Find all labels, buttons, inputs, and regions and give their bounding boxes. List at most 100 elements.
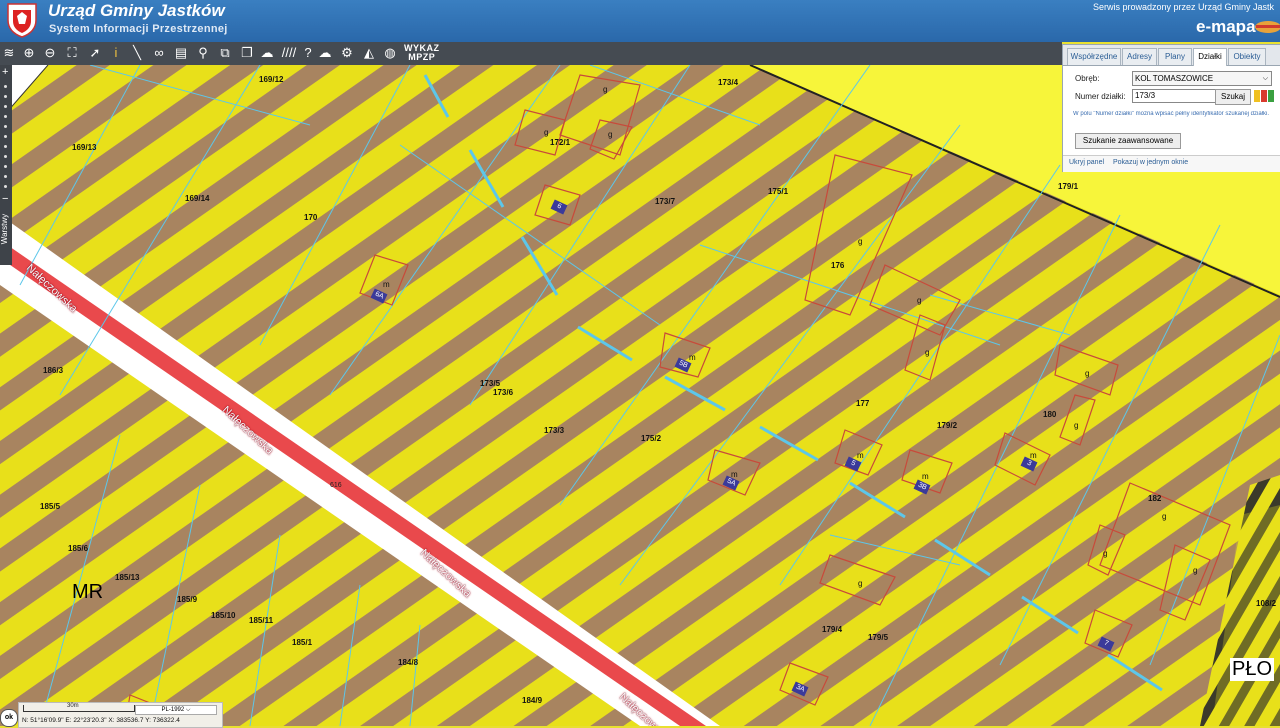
- help-icon[interactable]: ?: [299, 44, 317, 62]
- hide-panel-link[interactable]: Ukryj panel: [1069, 159, 1104, 166]
- single-window-link[interactable]: Pokazuj w jednym oknie: [1113, 159, 1188, 166]
- zoom-out-icon[interactable]: ⊖: [41, 44, 59, 62]
- obreb-label: Obręb:: [1075, 74, 1100, 83]
- parcel-label[interactable]: 185/13: [115, 573, 139, 582]
- parcel-label[interactable]: 175/1: [768, 187, 788, 196]
- tab-parcels[interactable]: Działki: [1193, 48, 1227, 66]
- parcel-label[interactable]: 185/10: [211, 611, 235, 620]
- pin-icon[interactable]: ⚲: [194, 44, 212, 62]
- zoom-step[interactable]: [4, 135, 7, 138]
- zoom-step[interactable]: [4, 155, 7, 158]
- zoom-step[interactable]: [4, 145, 7, 148]
- cloud-icon[interactable]: ☁: [316, 44, 334, 62]
- office-name: Urząd Gminy Jastków: [48, 1, 225, 20]
- parcel-label[interactable]: 173/5: [480, 379, 500, 388]
- settings-icon[interactable]: ⚙: [338, 44, 356, 62]
- panel-footer: Ukryj panel Pokazuj w jednym oknie: [1063, 155, 1280, 172]
- parcel-label[interactable]: 185/9: [177, 595, 197, 604]
- parcel-label[interactable]: 184/9: [522, 696, 542, 705]
- parcel-label[interactable]: 169/14: [185, 194, 209, 203]
- zoom-extent-icon[interactable]: ⛶: [63, 44, 81, 62]
- pointer-icon[interactable]: ➚: [86, 44, 104, 62]
- print-icon[interactable]: ▤: [172, 44, 190, 62]
- chevron-down-icon: ⌵: [1262, 75, 1268, 82]
- system-name: System Informacji Przestrzennej: [49, 23, 228, 35]
- parcel-label[interactable]: 108/2: [1256, 599, 1276, 608]
- parcel-label[interactable]: 175/2: [641, 434, 661, 443]
- wykaz-mpzp-button[interactable]: WYKAZ MPZP: [404, 44, 440, 62]
- parcel-label[interactable]: 177: [856, 399, 869, 408]
- obreb-select[interactable]: KOL TOMASZOWICE ⌵: [1132, 71, 1272, 86]
- parcel-label[interactable]: 173/7: [655, 197, 675, 206]
- parcel-label[interactable]: 173/4: [718, 78, 738, 87]
- link-icon[interactable]: ∞: [150, 44, 168, 62]
- zoom-slider[interactable]: + − Warstwy: [0, 65, 12, 265]
- zoom-step[interactable]: [4, 85, 7, 88]
- emapa-brand: e-mapa: [1196, 17, 1256, 36]
- symbol-g: g: [917, 296, 922, 305]
- symbol-m: m: [922, 472, 929, 481]
- parcel-label[interactable]: 170: [304, 213, 317, 222]
- coat-of-arms-icon: [7, 3, 37, 38]
- zoom-step[interactable]: [4, 165, 7, 168]
- parcel-label[interactable]: 179/2: [937, 421, 957, 430]
- parcel-label[interactable]: 185/5: [40, 502, 60, 511]
- parcel-label[interactable]: 186/3: [43, 366, 63, 375]
- parcel-number-input[interactable]: 173/3: [1132, 89, 1216, 103]
- zoom-plus-icon[interactable]: +: [2, 67, 8, 78]
- zoom-step[interactable]: [4, 115, 7, 118]
- parcel-label[interactable]: 185/1: [292, 638, 312, 647]
- tab-addresses[interactable]: Adresy: [1122, 48, 1157, 65]
- info-icon[interactable]: i: [107, 44, 125, 62]
- parcel-label[interactable]: 179/1: [1058, 182, 1078, 191]
- zoom-in-icon[interactable]: ⊕: [20, 44, 38, 62]
- hatch-icon[interactable]: ////: [280, 44, 298, 62]
- zoom-step[interactable]: [4, 105, 7, 108]
- layers-tab[interactable]: Warstwy: [0, 210, 11, 248]
- mpzp-label: MPZP: [408, 52, 436, 62]
- parcel-label[interactable]: 184/8: [398, 658, 418, 667]
- warning-icon[interactable]: ◭: [360, 44, 378, 62]
- parcel-label[interactable]: 185/11: [249, 616, 273, 625]
- parcel-label[interactable]: 169/12: [259, 75, 283, 84]
- marker-icon[interactable]: ◍: [381, 44, 399, 62]
- color-swatch-icon[interactable]: [1254, 89, 1280, 103]
- tab-objects[interactable]: Obiekty: [1228, 48, 1266, 65]
- bubble-icon[interactable]: ☁: [258, 44, 276, 62]
- symbol-g: g: [544, 128, 549, 137]
- parcel-label[interactable]: 182: [1148, 494, 1161, 503]
- zoom-step[interactable]: [4, 125, 7, 128]
- parcel-label[interactable]: 173/6: [493, 388, 513, 397]
- zoom-step[interactable]: [4, 175, 7, 178]
- zone-label-plo: PŁO: [1230, 658, 1275, 681]
- map-toolbar: ≋ ⊕ ⊖ ⛶ ➚ i ╲ ∞ ▤ ⚲ ⧉ ❐ ☁ //// ? ☁ ⚙ ◭ ◍…: [0, 42, 1062, 66]
- ok-button[interactable]: ok: [0, 709, 18, 727]
- zoom-step[interactable]: [4, 185, 7, 188]
- tab-coordinates[interactable]: Współrzędne: [1067, 48, 1121, 65]
- parcel-label[interactable]: 173/3: [544, 426, 564, 435]
- parcel-label[interactable]: 179/4: [822, 625, 842, 634]
- parcel-label[interactable]: 169/13: [72, 143, 96, 152]
- parcel-label[interactable]: 172/1: [550, 138, 570, 147]
- layers-icon[interactable]: ≋: [0, 44, 18, 62]
- road-number: 616: [330, 482, 342, 489]
- search-button[interactable]: Szukaj: [1215, 89, 1251, 105]
- zone-label-mr: MR: [72, 581, 104, 603]
- scale-label: 30m: [67, 703, 79, 709]
- status-bar: 30m PL-1992 ⌵ N: 51°16'09.9" E: 22°23'20…: [18, 702, 223, 728]
- parcel-label[interactable]: 180: [1043, 410, 1056, 419]
- zoom-step[interactable]: [4, 95, 7, 98]
- tab-plans[interactable]: Plany: [1158, 48, 1192, 65]
- parcel-label[interactable]: 176: [831, 261, 844, 270]
- zoom-minus-icon[interactable]: −: [2, 193, 8, 205]
- parcel-label[interactable]: 185/6: [68, 544, 88, 553]
- symbol-m: m: [1030, 451, 1037, 460]
- crs-select[interactable]: PL-1992 ⌵: [135, 705, 217, 715]
- measure-icon[interactable]: ╲: [128, 44, 146, 62]
- select-icon[interactable]: ⧉: [216, 44, 234, 62]
- copy-icon[interactable]: ❐: [238, 44, 256, 62]
- hint-text: W polu "Numer działki" można wpisać pełn…: [1073, 111, 1270, 117]
- symbol-g: g: [1085, 369, 1090, 378]
- parcel-label[interactable]: 179/5: [868, 633, 888, 642]
- advanced-search-button[interactable]: Szukanie zaawansowane: [1075, 133, 1181, 149]
